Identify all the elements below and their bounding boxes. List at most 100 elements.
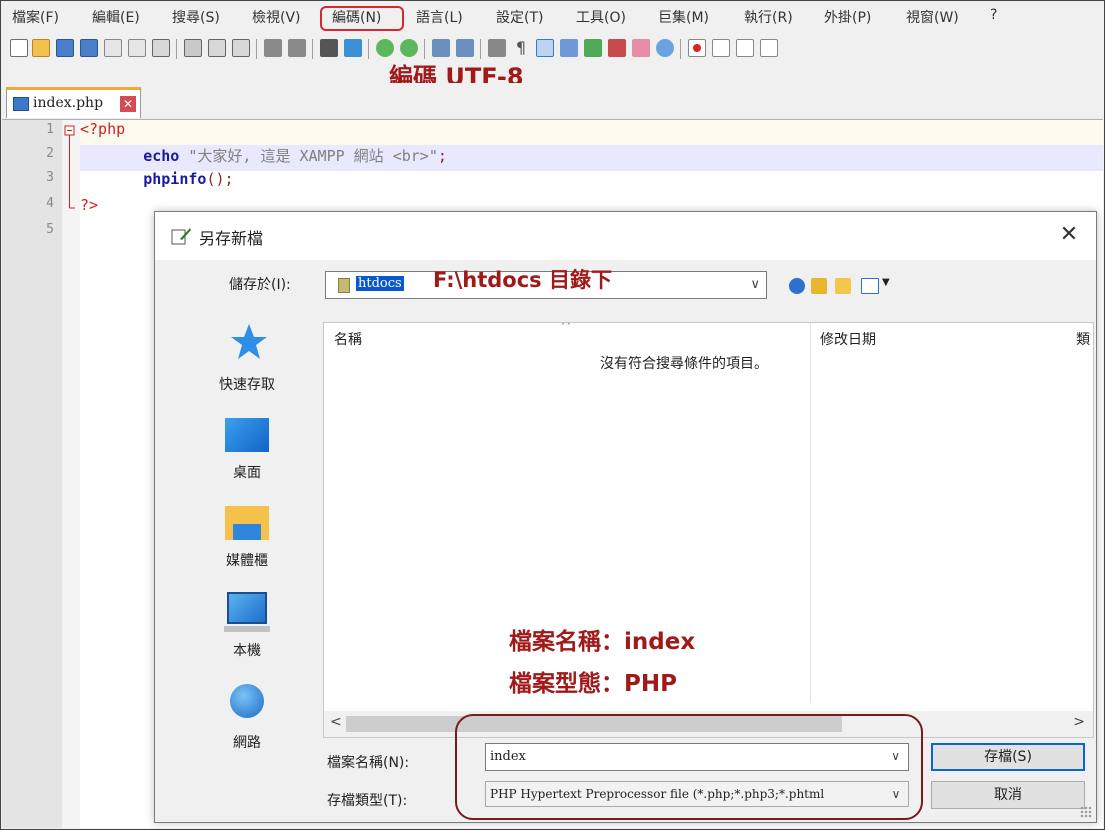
close-file-icon[interactable] <box>104 39 122 57</box>
menu-window[interactable]: 視窗(W) <box>906 7 959 27</box>
column-header-name[interactable]: 名稱 <box>334 329 362 349</box>
menu-file[interactable]: 檔案(F) <box>12 7 59 27</box>
place-network[interactable] <box>177 684 317 718</box>
record-dot-icon <box>693 44 701 52</box>
scroll-left-icon[interactable]: < <box>330 714 342 730</box>
new-folder-icon[interactable] <box>835 278 851 294</box>
chevron-down-icon[interactable]: ∨ <box>750 277 760 292</box>
folder-workspace-icon[interactable] <box>632 39 650 57</box>
column-header-date[interactable]: 修改日期 <box>820 329 876 349</box>
redo-icon[interactable] <box>288 39 306 57</box>
menu-plugins[interactable]: 外掛(P) <box>824 7 871 27</box>
string-literal: "大家好, 這是 XAMPP 網站 <br>" <box>188 147 438 165</box>
back-icon[interactable] <box>789 278 805 294</box>
view-menu-icon[interactable] <box>861 278 879 294</box>
echo-keyword: echo <box>143 147 180 165</box>
menu-run[interactable]: 執行(R) <box>744 7 793 27</box>
up-folder-icon[interactable] <box>811 278 827 294</box>
scroll-right-icon[interactable]: > <box>1073 714 1085 730</box>
close-icon[interactable]: ✕ <box>1054 220 1084 250</box>
save-button[interactable]: 存檔(S) <box>931 743 1085 771</box>
play-macro-icon[interactable] <box>736 39 754 57</box>
save-as-dialog: 另存新檔 ✕ 儲存於(I): htdocs ∨ F:\htdocs 目錄下 ▼ <box>154 211 1097 823</box>
column-divider[interactable] <box>810 323 811 703</box>
fold-marker-icon[interactable] <box>62 120 80 220</box>
filetype-label: 存檔類型(T): <box>327 793 408 809</box>
user-language-icon[interactable] <box>560 39 578 57</box>
code-line: phpinfo(); <box>80 170 1103 196</box>
toolbar-separator <box>680 39 681 59</box>
tab-index-php[interactable]: index.php ✕ <box>6 87 141 118</box>
print-icon[interactable] <box>152 39 170 57</box>
computer-icon <box>227 592 267 624</box>
document-map-icon[interactable] <box>584 39 602 57</box>
place-label-libraries: 媒體櫃 <box>226 553 268 569</box>
line-number: 3 <box>46 170 54 185</box>
save-icon[interactable] <box>56 39 74 57</box>
toolbar: ¶ <box>2 31 1103 65</box>
sync-vertical-icon[interactable] <box>432 39 450 57</box>
stop-macro-icon[interactable] <box>712 39 730 57</box>
copy-icon[interactable] <box>208 39 226 57</box>
sync-horizontal-icon[interactable] <box>456 39 474 57</box>
zoom-in-icon[interactable] <box>376 39 394 57</box>
place-this-pc[interactable] <box>177 592 317 632</box>
menu-view[interactable]: 檢視(V) <box>252 7 301 27</box>
toolbar-separator <box>256 39 257 59</box>
menu-macro[interactable]: 巨集(M) <box>658 7 709 27</box>
menu-edit[interactable]: 編輯(E) <box>92 7 140 27</box>
menu-bar: 檔案(F) 編輯(E) 搜尋(S) 檢視(V) 編碼(N) 語言(L) 設定(T… <box>2 2 1103 31</box>
find-icon[interactable] <box>320 39 338 57</box>
sort-ascending-icon: ^ <box>560 322 572 335</box>
dialog-title: 另存新檔 <box>199 229 264 248</box>
cut-icon[interactable] <box>184 39 202 57</box>
code-line: <?php <box>80 120 1103 146</box>
tab-close-icon[interactable]: ✕ <box>120 96 136 112</box>
app-window: 檔案(F) 編輯(E) 搜尋(S) 檢視(V) 編碼(N) 語言(L) 設定(T… <box>0 0 1105 830</box>
menu-settings[interactable]: 設定(T) <box>496 7 543 27</box>
paste-icon[interactable] <box>232 39 250 57</box>
close-all-icon[interactable] <box>128 39 146 57</box>
resize-grip-icon[interactable] <box>1080 806 1092 818</box>
replace-icon[interactable] <box>344 39 362 57</box>
place-desktop[interactable] <box>177 418 317 452</box>
place-quick-access[interactable] <box>177 322 317 366</box>
dialog-titlebar[interactable]: 另存新檔 ✕ <box>155 212 1096 260</box>
menu-tools[interactable]: 工具(O) <box>576 7 626 27</box>
file-list[interactable]: ^ 名稱 修改日期 類 沒有符合搜尋條件的項目。 < > <box>323 322 1094 738</box>
menu-search[interactable]: 搜尋(S) <box>172 7 220 27</box>
monitoring-icon[interactable] <box>656 39 674 57</box>
empty-message: 沒有符合搜尋條件的項目。 <box>600 356 768 372</box>
filetype-annotation: 檔案型態：PHP <box>509 671 677 697</box>
new-file-icon[interactable] <box>10 39 28 57</box>
save-in-value: htdocs <box>356 276 404 291</box>
line-number-gutter: 1 2 3 4 5 <box>2 120 62 828</box>
menu-help[interactable]: ? <box>990 7 997 23</box>
menu-language[interactable]: 語言(L) <box>416 7 463 27</box>
save-all-icon[interactable] <box>80 39 98 57</box>
place-libraries[interactable] <box>177 506 317 540</box>
function-list-icon[interactable] <box>608 39 626 57</box>
run-macro-multiple-icon[interactable] <box>760 39 778 57</box>
view-menu-arrow-icon[interactable]: ▼ <box>882 277 890 288</box>
cancel-button[interactable]: 取消 <box>931 781 1085 809</box>
tab-bar: index.php ✕ <box>2 83 1103 120</box>
indent-guide-icon[interactable] <box>536 39 554 57</box>
place-label-quick-access: 快速存取 <box>219 377 275 393</box>
record-macro-icon[interactable] <box>688 39 706 57</box>
function-call: phpinfo <box>143 170 207 188</box>
file-icon <box>13 97 29 111</box>
line-number: 1 <box>46 122 54 137</box>
line-number: 5 <box>46 222 54 237</box>
show-all-chars-icon[interactable]: ¶ <box>512 39 530 57</box>
column-header-type[interactable]: 類 <box>1076 329 1090 349</box>
save-in-label: 儲存於(I): <box>229 277 291 293</box>
open-file-icon[interactable] <box>32 39 50 57</box>
undo-icon[interactable] <box>264 39 282 57</box>
zoom-out-icon[interactable] <box>400 39 418 57</box>
star-icon <box>231 324 267 359</box>
word-wrap-icon[interactable] <box>488 39 506 57</box>
toolbar-separator <box>424 39 425 59</box>
library-folder-icon <box>225 506 269 540</box>
tab-label: index.php <box>33 95 104 111</box>
